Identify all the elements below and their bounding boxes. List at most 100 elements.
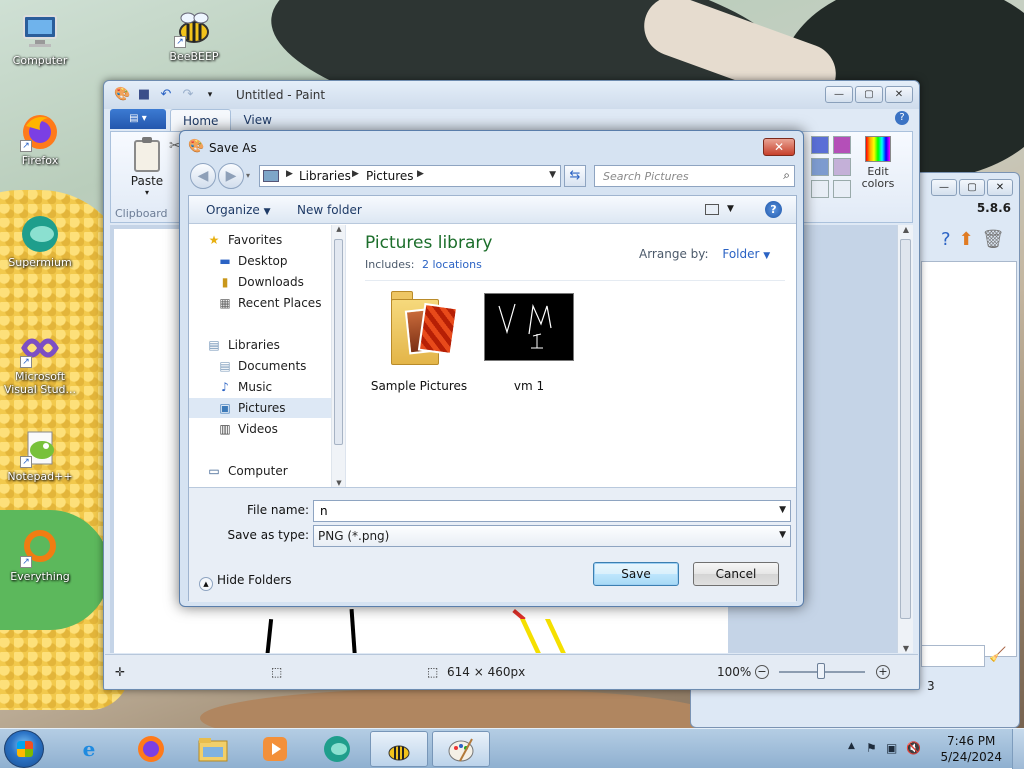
desktop-icon-visual-studio[interactable]: ↗ Microsoft Visual Stud... [0,328,80,396]
navigation-pane-scrollbar[interactable]: ▲ ▼ [331,225,345,487]
show-desktop-button[interactable] [1012,729,1024,769]
desktop-icon-firefox[interactable]: ↗ Firefox [0,112,80,167]
taskbar-beebeep[interactable] [370,731,428,767]
view-options-dropdown-icon[interactable]: ▼ [727,204,734,214]
scroll-down-icon[interactable]: ▼ [898,644,914,653]
breadcrumb-libraries[interactable]: Libraries [299,169,351,183]
save-as-type-select[interactable]: PNG (*.png) ▼ [313,525,791,547]
edit-colors-button[interactable]: Edit colors [856,136,900,190]
color-swatch[interactable] [811,158,829,176]
chevron-down-icon[interactable]: ▼ [779,530,786,540]
recent-locations-dropdown-icon[interactable]: ▾ [246,171,250,180]
desktop-icon-notepad-plus-plus[interactable]: ↗ Notepad++ [0,428,80,483]
refresh-button[interactable]: ⇆ [564,165,586,187]
upload-icon[interactable]: ⬆ [959,229,974,250]
desktop-icon-supermium[interactable]: Supermium [0,214,80,269]
file-name-input[interactable] [318,502,768,520]
back-button[interactable]: ◀ [190,163,216,189]
forward-button[interactable]: ▶ [218,163,244,189]
canvas-vertical-scrollbar[interactable]: ▲ ▼ [897,225,913,653]
minimize-button[interactable]: — [931,179,957,196]
maximize-button[interactable]: ▢ [855,86,883,103]
redo-icon[interactable]: ↷ [180,87,196,103]
maximize-button[interactable]: ▢ [959,179,985,196]
breadcrumb-arrow-icon[interactable]: ▶ [286,169,293,179]
cancel-button[interactable]: Cancel [693,562,779,586]
address-bar[interactable]: ▶ Libraries ▶ Pictures ▶ ▼ [259,165,561,187]
scroll-up-icon[interactable]: ▲ [332,225,345,233]
address-dropdown-icon[interactable]: ▼ [549,170,556,180]
zoom-in-button[interactable]: + [876,665,890,679]
nav-music[interactable]: ♪ Music [189,377,331,397]
save-button[interactable]: Save [593,562,679,586]
broom-icon[interactable]: 🧹 [989,647,1006,663]
chevron-down-icon[interactable]: ▼ [779,505,786,515]
save-as-dialog[interactable]: 🎨 Save As ✕ ◀ ▶ ▾ ▶ Libraries ▶ Pictures… [179,130,804,607]
nav-desktop[interactable]: ▬ Desktop [189,251,331,271]
save-icon[interactable]: ■ [136,87,152,103]
scrollbar-thumb[interactable] [334,239,343,445]
taskbar-clock[interactable]: 7:46 PM 5/24/2024 [940,733,1002,765]
volume-muted-icon[interactable]: 🔇 [906,741,921,755]
zoom-out-button[interactable]: − [755,665,769,679]
nav-favorites[interactable]: ★ Favorites [189,230,331,250]
arrange-by-dropdown[interactable]: Folder ▼ [722,247,770,261]
desktop-icon-everything[interactable]: ↗ Everything [0,528,80,583]
taskbar-paint[interactable] [432,731,490,767]
network-icon[interactable]: ▣ [886,741,897,755]
start-button[interactable] [4,730,44,768]
scrollbar-thumb[interactable] [900,239,911,619]
zoom-slider-thumb[interactable] [817,663,825,679]
nav-pictures[interactable]: ▣ Pictures [189,398,331,418]
nav-downloads[interactable]: ▮ Downloads [189,272,331,292]
nav-computer[interactable]: ▭ Computer [189,461,331,481]
taskbar-supermium[interactable] [308,731,366,767]
undo-icon[interactable]: ↶ [158,87,174,103]
close-button[interactable]: ✕ [987,179,1013,196]
change-view-icon[interactable] [705,204,719,215]
desktop-icon-computer[interactable]: Computer [0,12,80,67]
paint-file-menu-button[interactable]: ▤ ▾ [110,109,166,129]
background-app-input[interactable] [921,645,985,667]
nav-videos[interactable]: ▥ Videos [189,419,331,439]
color-swatch[interactable] [833,136,851,154]
minimize-button[interactable]: — [825,86,853,103]
file-name-combobox[interactable]: ▼ [313,500,791,522]
taskbar-file-explorer[interactable] [184,731,242,767]
color-swatch[interactable] [811,136,829,154]
breadcrumb-pictures[interactable]: Pictures [366,169,414,183]
taskbar-internet-explorer[interactable]: e [60,731,118,767]
taskbar-firefox[interactable] [122,731,180,767]
organize-button[interactable]: Organize ▼ [206,203,271,217]
nav-recent-places[interactable]: ▦ Recent Places [189,293,331,313]
show-hidden-icons-icon[interactable]: ▲ [848,741,855,751]
nav-documents[interactable]: ▤ Documents [189,356,331,376]
tool-icon[interactable]: ? [941,229,951,250]
customize-dropdown-icon[interactable]: ▾ [202,87,218,103]
help-icon[interactable]: ? [765,201,782,218]
color-swatch[interactable] [811,180,829,198]
help-icon[interactable]: ? [895,111,909,125]
scroll-down-icon[interactable]: ▼ [332,479,345,487]
nav-libraries[interactable]: ▤ Libraries [189,335,331,355]
taskbar-media-player[interactable] [246,731,304,767]
color-swatch[interactable] [833,180,851,198]
breadcrumb-arrow-icon[interactable]: ▶ [417,169,424,179]
desktop-icon-beebeep[interactable]: ↗ BeeBEEP [154,8,234,63]
color-swatch[interactable] [833,158,851,176]
close-button[interactable]: ✕ [885,86,913,103]
search-input[interactable] [601,167,771,185]
tab-view[interactable]: View [231,109,283,131]
scroll-up-icon[interactable]: ▲ [898,225,914,234]
search-icon[interactable]: ⌕ [783,168,790,183]
breadcrumb-arrow-icon[interactable]: ▶ [352,169,359,179]
action-center-flag-icon[interactable]: ⚑ [866,741,877,755]
locations-link[interactable]: 2 locations [422,258,482,271]
new-folder-button[interactable]: New folder [297,203,362,217]
tab-home[interactable]: Home [170,109,232,131]
search-box[interactable]: ⌕ [594,165,795,187]
paint-titlebar[interactable]: 🎨 ■ ↶ ↷ ▾ Untitled - Paint — ▢ ✕ [104,81,919,109]
trash-icon[interactable]: 🗑 [982,229,1005,250]
dialog-titlebar[interactable]: 🎨 Save As ✕ [180,131,803,161]
hide-folders-button[interactable]: ▲ Hide Folders [199,573,292,591]
